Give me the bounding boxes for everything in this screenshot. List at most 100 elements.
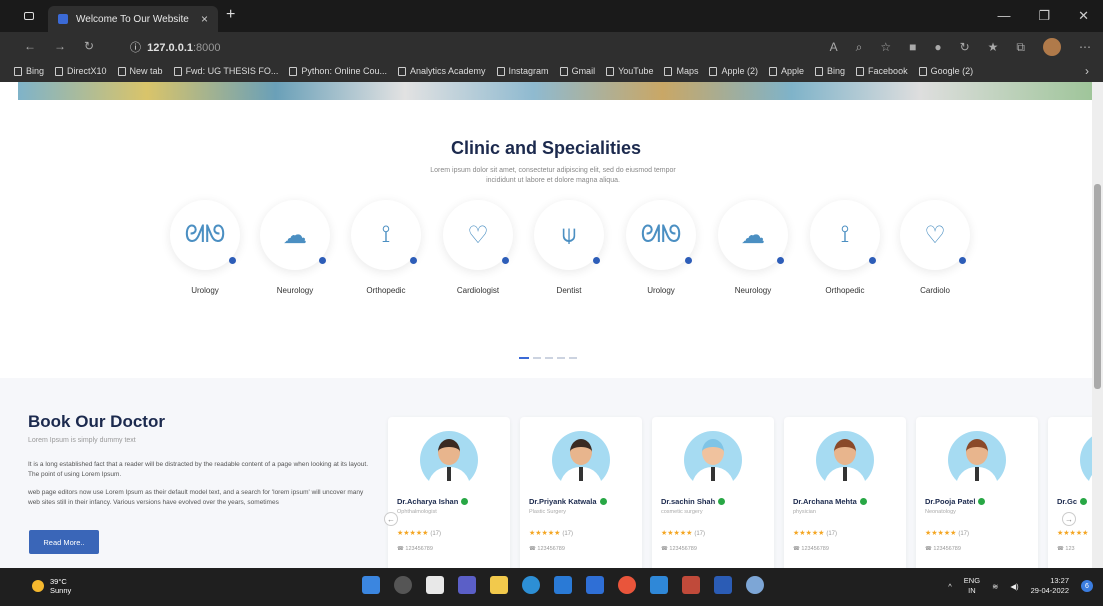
doctor-card[interactable]: Dr.Acharya Ishan Ophthalmologist ★★★★★ (17… — [388, 417, 510, 568]
bookmark-item[interactable]: DirectX10 — [55, 66, 107, 76]
start-icon[interactable] — [362, 576, 380, 594]
vscode-icon[interactable] — [650, 576, 668, 594]
doctor-name[interactable]: Dr.Archana Mehta — [793, 497, 867, 506]
speciality-item[interactable]: ⟟ Orthopedic — [341, 200, 431, 295]
carousel-dot[interactable] — [557, 357, 565, 359]
bookmark-item[interactable]: Analytics Academy — [397, 66, 486, 76]
search-icon[interactable] — [394, 576, 412, 594]
carousel-prev-button[interactable]: ← — [384, 512, 398, 526]
speciality-circle[interactable]: ☁ — [260, 200, 330, 270]
speciality-item[interactable]: ᘛᘚ Urology — [160, 200, 250, 295]
doctor-name[interactable]: Dr.sachin Shah — [661, 497, 726, 506]
bookmark-item[interactable]: Apple (2) — [709, 66, 758, 76]
carousel-dot[interactable] — [545, 357, 553, 359]
favorites-icon[interactable]: ★ — [988, 40, 999, 54]
speciality-circle[interactable]: ⍦ — [534, 200, 604, 270]
bookmark-item[interactable]: Bing — [14, 66, 44, 76]
bookmark-item[interactable]: Gmail — [559, 66, 595, 76]
language-indicator[interactable]: ENG IN — [964, 576, 980, 596]
bookmark-item[interactable]: Facebook — [856, 66, 908, 76]
close-window-button[interactable]: ✕ — [1078, 8, 1089, 24]
doctor-phone: ☎ 123 — [1057, 546, 1075, 552]
forward-icon[interactable]: → — [54, 39, 66, 53]
bookmark-item[interactable]: Apple — [769, 66, 804, 76]
speciality-item[interactable]: ♡ Cardiologist — [433, 200, 523, 295]
minimize-button[interactable]: — — [997, 8, 1010, 24]
weather-widget[interactable]: 39°C Sunny — [32, 577, 71, 595]
url-field[interactable]: ⓘ 127.0.0.1:8000 — [130, 39, 221, 55]
bookmark-item[interactable]: Google (2) — [918, 66, 973, 76]
clock[interactable]: 13:27 29-04-2022 — [1031, 576, 1069, 596]
doctor-card[interactable]: Dr.Pooja Patel Neonatology ★★★★★ (17) ☎ 123… — [916, 417, 1038, 568]
close-tab-icon[interactable]: × — [201, 12, 208, 26]
notification-badge[interactable]: 6 — [1081, 580, 1093, 592]
doctor-name[interactable]: Dr.Acharya Ishan — [397, 497, 469, 506]
read-more-button[interactable]: Read More.. — [29, 530, 99, 554]
speciality-circle[interactable]: ᘛᘚ — [170, 200, 240, 270]
tab-actions-icon[interactable] — [24, 12, 34, 20]
extension-icon[interactable]: ■ — [909, 40, 916, 54]
profile-avatar[interactable] — [1043, 38, 1061, 56]
scrollbar-thumb[interactable] — [1094, 184, 1101, 389]
speciality-circle[interactable]: ᘛᘚ — [626, 200, 696, 270]
speciality-item[interactable]: ♡ Cardiolo — [890, 200, 980, 295]
doctor-card[interactable]: Dr.Priyank Katwala Plastic Surgery ★★★★★ (… — [520, 417, 642, 568]
word-icon[interactable] — [714, 576, 732, 594]
wifi-icon[interactable]: ≋ — [992, 582, 998, 591]
chrome-icon[interactable] — [618, 576, 636, 594]
favorite-icon[interactable]: ☆ — [880, 40, 891, 54]
carousel-next-button[interactable]: → — [1062, 512, 1076, 526]
speciality-item[interactable]: ☁ Neurology — [708, 200, 798, 295]
browser-app-icon[interactable] — [746, 576, 764, 594]
refresh-icon[interactable]: ↻ — [84, 39, 94, 53]
specialities-title: Clinic and Specialities — [450, 138, 642, 158]
store-icon[interactable] — [554, 576, 572, 594]
edge-icon[interactable] — [522, 576, 540, 594]
bookmark-item[interactable]: Maps — [664, 66, 698, 76]
speciality-circle[interactable]: ⟟ — [810, 200, 880, 270]
doctor-card[interactable]: Dr.Archana Mehta physician ★★★★★ (17) ☎ 123… — [784, 417, 906, 568]
bookmarks-more-icon[interactable]: › — [1085, 64, 1089, 78]
back-icon[interactable]: ← — [24, 39, 36, 53]
tray-chevron-icon[interactable]: ^ — [948, 582, 952, 591]
chat-icon[interactable] — [458, 576, 476, 594]
carousel-dot[interactable] — [533, 357, 541, 359]
speciality-item[interactable]: ᘛᘚ Urology — [616, 200, 706, 295]
task-view-icon[interactable] — [426, 576, 444, 594]
app-icon[interactable] — [682, 576, 700, 594]
browser-tab[interactable]: Welcome To Our Website × — [48, 6, 218, 32]
doctor-name[interactable]: Dr.Gc — [1057, 497, 1088, 506]
bookmark-item[interactable]: New tab — [117, 66, 163, 76]
mail-icon[interactable] — [586, 576, 604, 594]
speciality-circle[interactable]: ♡ — [443, 200, 513, 270]
speciality-item[interactable]: ⍦ Dentist — [524, 200, 614, 295]
zoom-icon[interactable]: ⌕ — [856, 40, 863, 55]
bookmark-item[interactable]: YouTube — [606, 66, 653, 76]
speciality-circle[interactable]: ⟟ — [351, 200, 421, 270]
carousel-dot[interactable] — [569, 357, 577, 359]
tooth-icon: ⍦ — [561, 221, 577, 248]
speciality-item[interactable]: ☁ Neurology — [250, 200, 340, 295]
doctor-name[interactable]: Dr.Pooja Patel — [925, 497, 986, 506]
speciality-circle[interactable]: ♡ — [900, 200, 970, 270]
extension2-icon[interactable]: ● — [934, 40, 941, 54]
bookmark-item[interactable]: Fwd: UG THESIS FO... — [173, 66, 278, 76]
new-tab-button[interactable]: + — [226, 6, 235, 24]
doctor-card[interactable]: Dr.Gc ★★★★★ ☎ 123 — [1048, 417, 1092, 568]
speciality-item[interactable]: ⟟ Orthopedic — [800, 200, 890, 295]
bookmark-item[interactable]: Python: Online Cou... — [289, 66, 387, 76]
page-scrollbar[interactable] — [1092, 82, 1103, 568]
more-icon[interactable]: ⋯ — [1079, 40, 1091, 54]
bookmark-item[interactable]: Instagram — [496, 66, 549, 76]
bookmark-item[interactable]: Bing — [815, 66, 845, 76]
refresh-ext-icon[interactable]: ↻ — [960, 40, 970, 54]
carousel-dot[interactable] — [519, 357, 529, 359]
read-aloud-icon[interactable]: A — [830, 40, 838, 54]
speciality-circle[interactable]: ☁ — [718, 200, 788, 270]
maximize-button[interactable]: ❐ — [1038, 8, 1050, 24]
collections-icon[interactable]: ⧉ — [1016, 40, 1025, 55]
doctor-name[interactable]: Dr.Priyank Katwala — [529, 497, 607, 506]
doctor-card[interactable]: Dr.sachin Shah cosmetic surgery ★★★★★ (17)… — [652, 417, 774, 568]
volume-icon[interactable]: ◀) — [1010, 582, 1018, 591]
file-explorer-icon[interactable] — [490, 576, 508, 594]
